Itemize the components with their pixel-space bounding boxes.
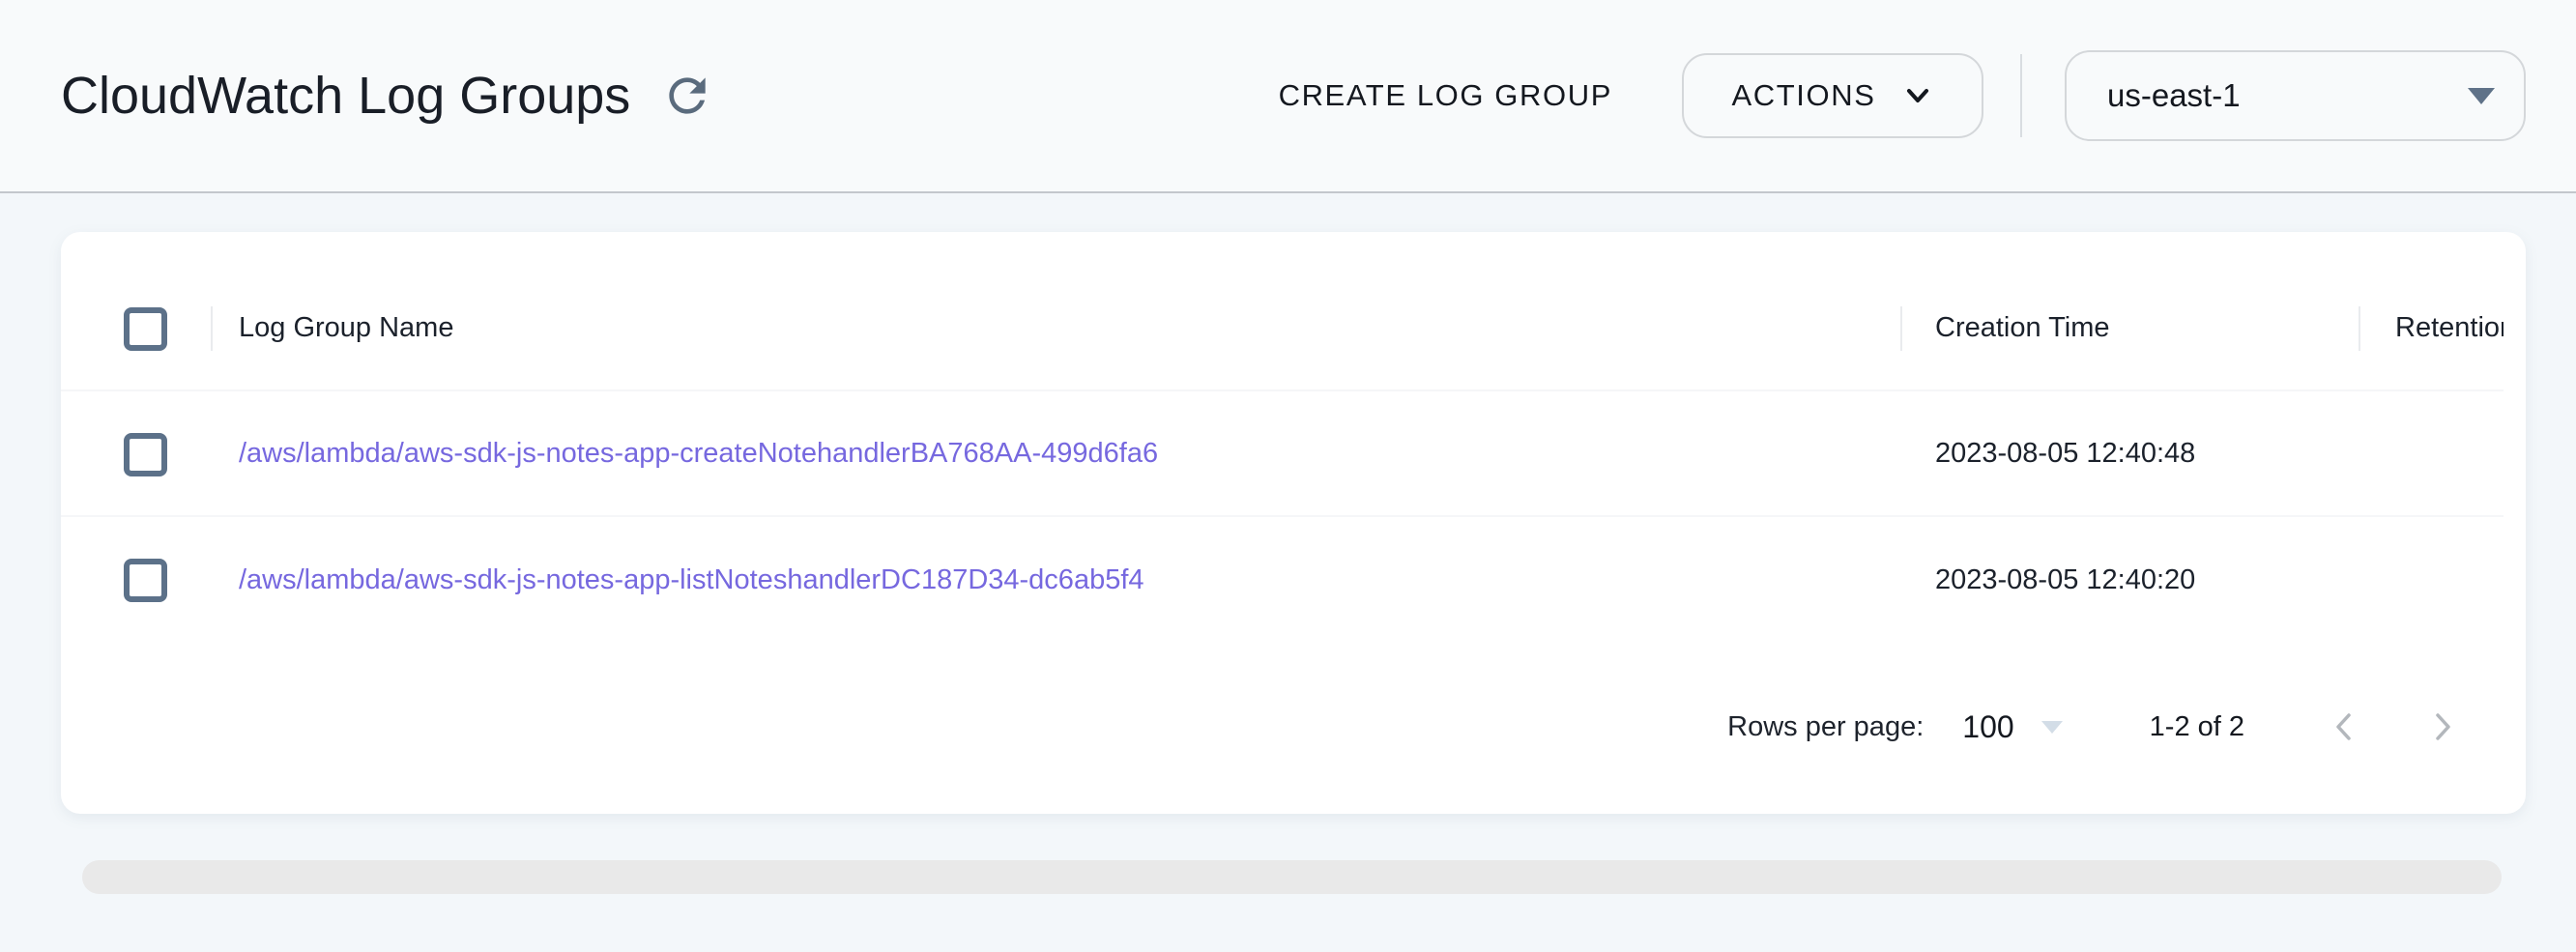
log-group-link[interactable]: /aws/lambda/aws-sdk-js-notes-app-createN…	[239, 391, 1158, 515]
region-selector[interactable]: us-east-1	[2065, 50, 2526, 141]
create-log-group-button[interactable]: CREATE LOG GROUP	[1269, 59, 1622, 132]
previous-page-button[interactable]	[2322, 705, 2366, 749]
column-header-retention[interactable]: Retention	[2395, 266, 2504, 389]
rows-per-page-value: 100	[1962, 709, 2013, 745]
region-selector-value: us-east-1	[2107, 77, 2468, 114]
table-row: /aws/lambda/aws-sdk-js-notes-app-createN…	[61, 391, 2504, 517]
horizontal-scrollbar-thumb[interactable]	[82, 860, 2502, 894]
creation-time-cell: 2023-08-05 12:40:20	[1935, 517, 2195, 643]
toolbar-divider	[2020, 54, 2022, 137]
rows-per-page-label: Rows per page:	[1727, 711, 1924, 743]
next-page-button[interactable]	[2420, 705, 2465, 749]
chevron-down-icon	[1901, 79, 1934, 112]
cloudwatch-log-groups-page: CloudWatch Log Groups CREATE LOG GROUP A…	[0, 0, 2576, 952]
column-divider	[2359, 306, 2360, 351]
log-group-link[interactable]: /aws/lambda/aws-sdk-js-notes-app-listNot…	[239, 517, 1144, 643]
pagination-range: 1-2 of 2	[2150, 711, 2244, 743]
column-divider	[211, 306, 213, 351]
select-all-checkbox[interactable]	[124, 307, 167, 351]
rows-per-page-select[interactable]: 100	[1962, 709, 2062, 745]
actions-button-label: ACTIONS	[1732, 78, 1876, 113]
refresh-button[interactable]	[659, 68, 715, 124]
page-header: CloudWatch Log Groups CREATE LOG GROUP A…	[0, 0, 2576, 193]
creation-time-cell: 2023-08-05 12:40:48	[1935, 391, 2195, 515]
table-header-row: Log Group Name Creation Time Retention	[61, 266, 2504, 391]
column-divider	[1900, 306, 1902, 351]
pagination: Rows per page: 100 1-2 of 2	[1727, 698, 2465, 756]
log-groups-table: Log Group Name Creation Time Retention /…	[61, 232, 2504, 648]
log-groups-card: Log Group Name Creation Time Retention /…	[61, 232, 2526, 814]
chevron-right-icon	[2423, 707, 2462, 746]
table-row: /aws/lambda/aws-sdk-js-notes-app-listNot…	[61, 517, 2504, 643]
column-header-creation-time[interactable]: Creation Time	[1935, 266, 2110, 389]
column-header-log-group-name[interactable]: Log Group Name	[239, 266, 453, 389]
actions-button[interactable]: ACTIONS	[1682, 53, 1983, 138]
refresh-icon	[660, 69, 714, 123]
page-title: CloudWatch Log Groups	[61, 66, 630, 126]
row-checkbox[interactable]	[124, 433, 167, 476]
chevron-left-icon	[2325, 707, 2363, 746]
rows-per-page-dropdown-arrow-icon	[2041, 721, 2063, 734]
region-dropdown-arrow-icon	[2468, 88, 2495, 104]
row-checkbox[interactable]	[124, 559, 167, 602]
